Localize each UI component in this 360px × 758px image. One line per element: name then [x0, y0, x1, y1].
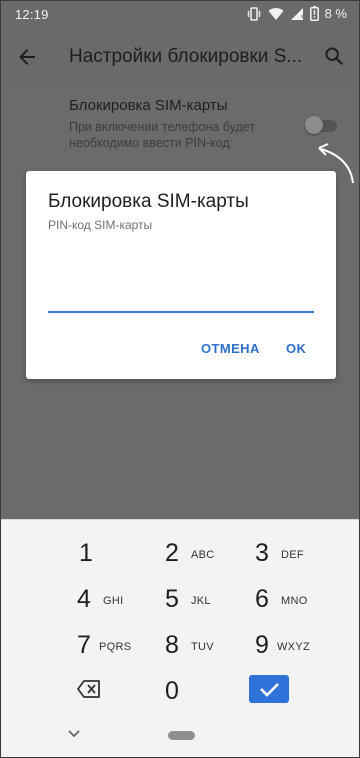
status-time: 12:19 — [15, 7, 49, 22]
status-bar: 12:19 8 % — [1, 1, 359, 29]
key-3[interactable]: 3 DEF — [237, 534, 317, 574]
toggle-thumb — [305, 116, 323, 134]
key-letters: DEF — [281, 549, 304, 561]
key-letters: GHI — [103, 595, 124, 607]
key-7[interactable]: 7 PQRS — [59, 626, 139, 666]
key-4[interactable]: 4 GHI — [59, 580, 139, 620]
sim-lock-setting[interactable]: Блокировка SIM-карты При включении телеф… — [69, 97, 309, 151]
key-letters: MNO — [281, 595, 308, 607]
setting-subtitle-line2: необходимо ввести PIN-код — [69, 136, 230, 150]
confirm-key[interactable] — [249, 675, 289, 703]
status-icons: 8 % — [246, 6, 347, 21]
battery-icon — [309, 6, 319, 21]
vibrate-icon — [246, 6, 261, 21]
key-digit: 0 — [165, 677, 179, 705]
key-letters: TUV — [191, 641, 214, 653]
key-6[interactable]: 6 MNO — [237, 580, 317, 620]
screen: 12:19 8 % Настройки блокировки S... Блок… — [0, 0, 360, 758]
key-1[interactable]: 1 — [61, 534, 141, 574]
ok-button[interactable]: OK — [286, 341, 306, 356]
search-icon[interactable] — [323, 45, 345, 67]
app-bar: Настройки блокировки S... — [1, 29, 359, 85]
setting-subtitle: При включении телефона будет необходимо … — [69, 119, 309, 151]
wifi-icon — [268, 7, 284, 20]
signal-icon — [290, 7, 303, 20]
checkmark-icon — [260, 683, 279, 697]
key-digit: 4 — [77, 585, 91, 613]
home-pill-icon[interactable] — [168, 731, 195, 740]
dialog-title: Блокировка SIM-карты — [48, 191, 249, 212]
numeric-keyboard: 1 2 ABC 3 DEF 4 GHI 5 JKL 6 MNO 7 PQRS 8 — [1, 519, 359, 714]
battery-percent: 8 % — [324, 6, 347, 21]
setting-title: Блокировка SIM-карты — [69, 97, 228, 114]
sim-lock-toggle[interactable] — [305, 116, 337, 134]
key-0[interactable]: 0 — [147, 672, 227, 712]
pin-input[interactable] — [48, 281, 314, 313]
page-title: Настройки блокировки S... — [69, 46, 303, 67]
key-digit: 2 — [165, 539, 179, 567]
key-digit: 5 — [165, 585, 179, 613]
key-digit: 8 — [165, 631, 179, 659]
key-letters: JKL — [191, 595, 211, 607]
backspace-icon[interactable] — [77, 680, 101, 698]
key-digit: 3 — [255, 539, 269, 567]
key-2[interactable]: 2 ABC — [147, 534, 227, 574]
key-letters: PQRS — [99, 641, 132, 653]
key-digit: 6 — [255, 585, 269, 613]
sim-pin-dialog: Блокировка SIM-карты PIN-код SIM-карты О… — [26, 171, 336, 379]
key-letters: ABC — [191, 549, 215, 561]
cancel-button[interactable]: ОТМЕНА — [201, 341, 260, 356]
key-8[interactable]: 8 TUV — [147, 626, 227, 666]
key-5[interactable]: 5 JKL — [147, 580, 227, 620]
key-letters: WXYZ — [277, 641, 310, 653]
key-digit: 1 — [79, 539, 93, 567]
arrow-back-icon[interactable] — [15, 45, 39, 69]
key-digit: 7 — [77, 631, 91, 659]
key-9[interactable]: 9 WXYZ — [237, 626, 317, 666]
dialog-subtitle: PIN-код SIM-карты — [48, 218, 153, 232]
key-digit: 9 — [255, 631, 269, 659]
chevron-down-icon[interactable] — [67, 729, 81, 739]
setting-subtitle-line1: При включении телефона будет — [69, 120, 256, 134]
system-nav-bar — [1, 713, 359, 757]
